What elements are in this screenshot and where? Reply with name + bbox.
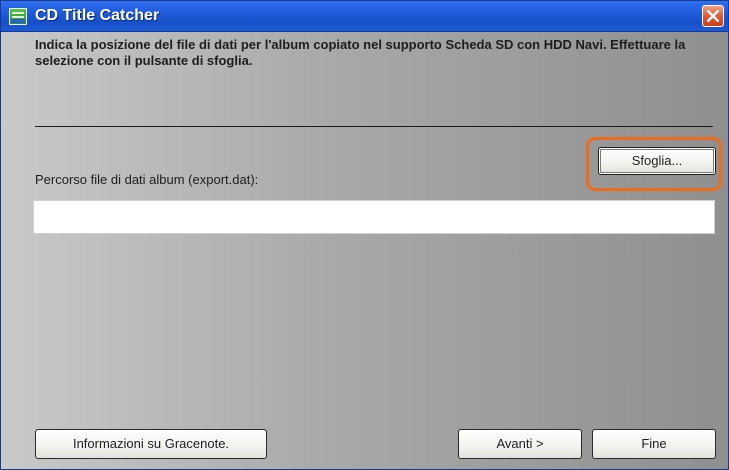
- window-title: CD Title Catcher: [35, 7, 160, 24]
- title-bar[interactable]: CD Title Catcher: [1, 1, 728, 32]
- instruction-text: Indica la posizione del file di dati per…: [35, 37, 686, 68]
- close-button[interactable]: [702, 5, 724, 27]
- app-icon-stripe: [12, 16, 24, 18]
- app-icon-base: [11, 19, 25, 23]
- finish-button[interactable]: Fine: [592, 429, 716, 459]
- close-icon: [707, 10, 719, 22]
- browse-button[interactable]: Sfoglia...: [598, 147, 716, 175]
- app-icon: [9, 8, 27, 25]
- path-label: Percorso file di dati album (export.dat)…: [35, 172, 259, 187]
- path-input[interactable]: [33, 200, 715, 234]
- next-button[interactable]: Avanti >: [458, 429, 582, 459]
- gracenote-info-button[interactable]: Informazioni su Gracenote.: [35, 429, 267, 459]
- app-icon-stripe: [12, 12, 24, 14]
- separator-line: [35, 126, 713, 127]
- dialog-window: CD Title Catcher Indica la posizione del…: [0, 0, 729, 470]
